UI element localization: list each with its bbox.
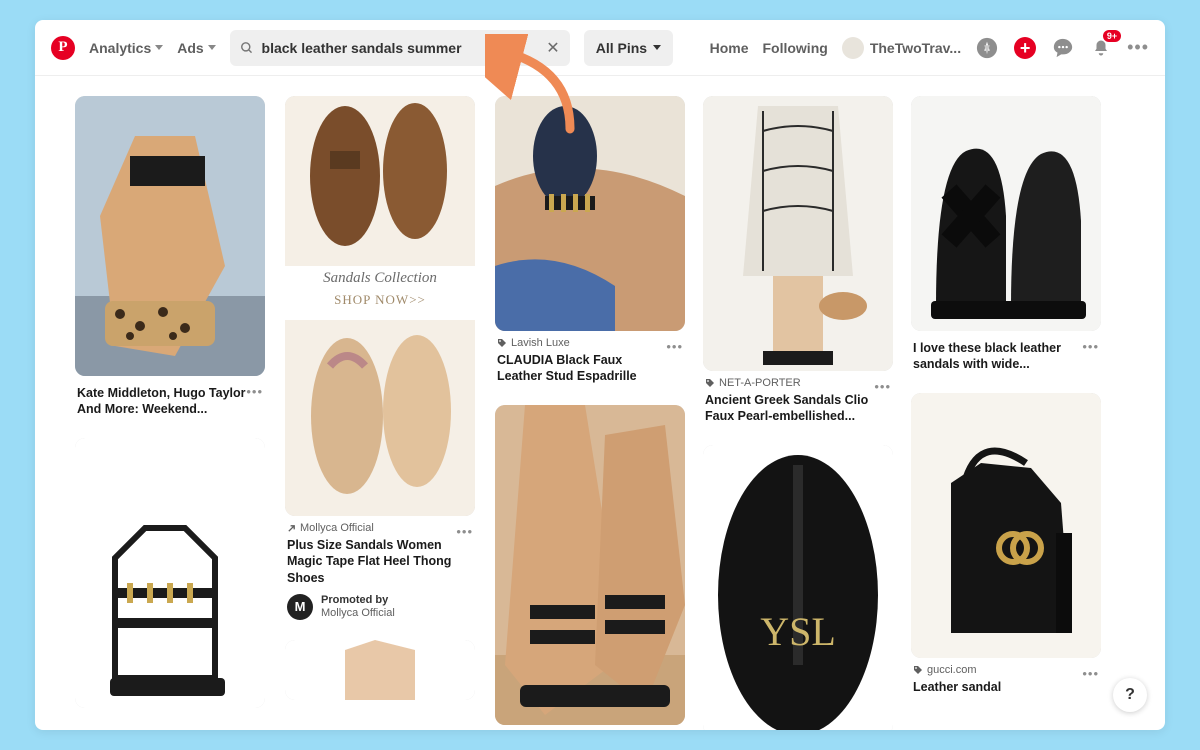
pin-source: Lavish Luxe <box>511 337 570 349</box>
pin-source: Mollyca Official <box>300 522 374 534</box>
chevron-down-icon <box>653 45 661 50</box>
pin-image <box>75 96 265 376</box>
search-input[interactable] <box>262 40 539 56</box>
pin-card[interactable]: Sandals Collection SHOP NOW>> ••• Mollyc… <box>285 96 475 622</box>
tag-icon <box>913 665 923 675</box>
pin-grid: ••• Kate Middleton, Hugo Taylor And More… <box>35 76 1165 730</box>
pin-title: Plus Size Sandals Women Magic Tape Flat … <box>287 537 473 586</box>
analytics-label: Analytics <box>89 40 151 56</box>
help-button[interactable]: ? <box>1113 678 1147 712</box>
pin-image <box>495 405 685 725</box>
pin-card[interactable]: YSL <box>703 445 893 731</box>
app-window: P Analytics Ads ✕ All Pins Home Followin… <box>35 20 1165 730</box>
pin-card[interactable]: ••• Kate Middleton, Hugo Taylor And More… <box>75 96 265 420</box>
pin-more-button[interactable]: ••• <box>1082 666 1099 681</box>
home-link[interactable]: Home <box>710 40 749 56</box>
pin-image <box>75 438 265 708</box>
pin-card[interactable]: ••• I love these black leather sandals w… <box>911 96 1101 375</box>
pin-card[interactable]: ••• gucci.com Leather sandal <box>911 393 1101 697</box>
tag-icon <box>497 338 507 348</box>
pin-card[interactable]: ••• Lavish Luxe CLAUDIA Black Faux Leath… <box>495 96 685 387</box>
pin-more-button[interactable]: ••• <box>246 384 263 399</box>
filter-label: All Pins <box>596 40 647 56</box>
profile-name: TheTwoTrav... <box>870 40 961 56</box>
pin-more-button[interactable]: ••• <box>874 379 891 394</box>
pin-image <box>911 393 1101 658</box>
analytics-menu[interactable]: Analytics <box>89 40 163 56</box>
pin-title: Kate Middleton, Hugo Taylor And More: We… <box>77 385 263 418</box>
promoted-by[interactable]: M Promoted byMollyca Official <box>287 594 473 620</box>
tag-icon <box>705 378 715 388</box>
add-button[interactable]: + <box>1013 36 1037 60</box>
notification-badge: 9+ <box>1103 30 1121 42</box>
pin-image <box>495 96 685 331</box>
plus-icon: + <box>1014 37 1036 59</box>
overflow-menu[interactable]: ••• <box>1127 37 1149 58</box>
search-box[interactable]: ✕ <box>230 30 570 66</box>
pin-title: Leather sandal <box>913 679 1099 695</box>
chevron-down-icon <box>155 45 163 50</box>
search-icon <box>240 40 254 56</box>
ads-label: Ads <box>177 40 203 56</box>
following-link[interactable]: Following <box>762 40 827 56</box>
header: P Analytics Ads ✕ All Pins Home Followin… <box>35 20 1165 76</box>
pin-source: NET-A-PORTER <box>719 377 801 389</box>
pin-image: YSL <box>703 445 893 731</box>
search-filter-dropdown[interactable]: All Pins <box>584 30 673 66</box>
compass-icon <box>976 37 998 59</box>
promoter-avatar: M <box>287 594 313 620</box>
pin-image <box>285 640 475 700</box>
pin-more-button[interactable]: ••• <box>666 339 683 354</box>
notifications-button[interactable]: 9+ <box>1089 36 1113 60</box>
promoter-text: Promoted byMollyca Official <box>321 594 395 620</box>
clear-search-button[interactable]: ✕ <box>546 38 559 58</box>
pin-title: I love these black leather sandals with … <box>913 340 1099 373</box>
banner-cta: SHOP NOW>> <box>285 292 475 308</box>
pin-card[interactable] <box>495 405 685 725</box>
messages-button[interactable] <box>1051 36 1075 60</box>
pin-title: CLAUDIA Black Faux Leather Stud Espadril… <box>497 352 683 385</box>
ads-menu[interactable]: Ads <box>177 40 215 56</box>
pin-card[interactable] <box>75 438 265 708</box>
pin-title: Ancient Greek Sandals Clio Faux Pearl-em… <box>705 392 891 425</box>
external-link-icon <box>287 524 296 533</box>
profile-link[interactable]: TheTwoTrav... <box>842 37 961 59</box>
avatar <box>842 37 864 59</box>
chevron-down-icon <box>208 45 216 50</box>
pinterest-logo[interactable]: P <box>51 36 75 60</box>
pin-more-button[interactable]: ••• <box>1082 339 1099 354</box>
pin-image <box>911 96 1101 331</box>
banner-text: Sandals Collection <box>285 270 475 287</box>
pin-card[interactable] <box>285 640 475 700</box>
explore-button[interactable] <box>975 36 999 60</box>
svg-text:YSL: YSL <box>760 609 836 654</box>
speech-bubble-icon <box>1052 37 1074 59</box>
pin-source: gucci.com <box>927 664 977 676</box>
pin-image <box>703 96 893 371</box>
pin-card[interactable]: ••• NET-A-PORTER Ancient Greek Sandals C… <box>703 96 893 427</box>
pin-more-button[interactable]: ••• <box>456 524 473 539</box>
